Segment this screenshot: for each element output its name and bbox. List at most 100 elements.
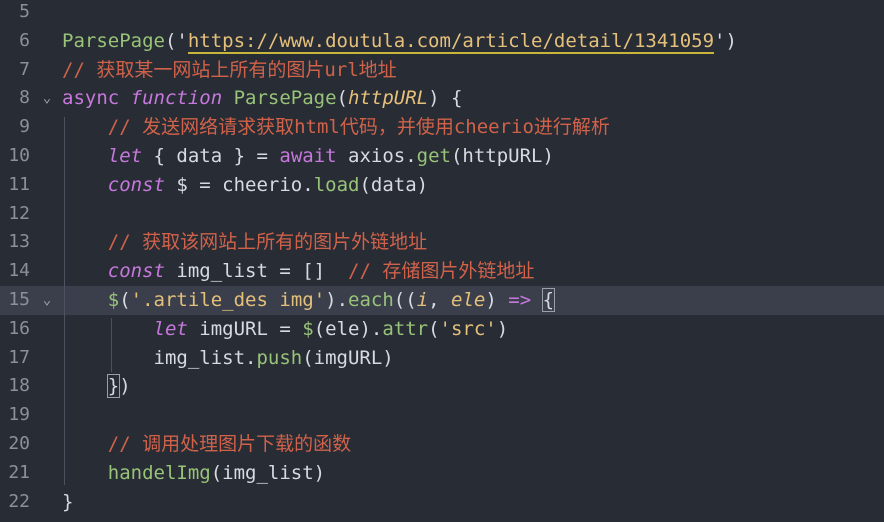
line-number: 11 (8, 173, 30, 195)
code-line[interactable]: 12 (0, 200, 884, 229)
code-token: ) { (428, 87, 463, 110)
code-line[interactable]: 13 // 获取该网站上所有的图片外链地址 (0, 228, 884, 257)
line-number: 19 (8, 404, 30, 426)
code-token: // 获取该网站上所有的图片外链地址 (62, 231, 428, 254)
code-line[interactable]: 5 (0, 0, 884, 27)
code-token: $ (302, 317, 314, 340)
code-line[interactable]: 7 // 获取某一网站上所有的图片url地址 (0, 56, 884, 85)
line-number: 12 (8, 202, 30, 224)
line-number: 21 (8, 461, 30, 483)
code-line[interactable]: 8 ⌄ async function ParsePage(httpURL) { (0, 84, 884, 113)
code-text: // 获取某一网站上所有的图片url地址 (62, 56, 397, 85)
code-token: // 调用处理图片下载的函数 (62, 433, 352, 455)
line-number: 8 (19, 87, 30, 109)
fold-chevron-icon[interactable]: ⌄ (40, 84, 54, 113)
code-token: // 存储图片外链地址 (348, 260, 535, 283)
code-token: (httpURL) (450, 145, 554, 167)
code-token: ParsePage (62, 29, 165, 52)
code-token: i (416, 289, 429, 311)
code-line[interactable]: 18 }) (0, 372, 884, 401)
line-number: 22 (8, 490, 30, 512)
code-token: ele (451, 289, 486, 311)
code-line[interactable]: 22} (0, 488, 884, 517)
code-token: } (62, 490, 74, 513)
code-text: $('.artile_des img').each((i, ele) => { (62, 286, 556, 315)
code-token: (imgURL) (302, 346, 394, 369)
code-line[interactable]: 19 (0, 401, 884, 430)
code-token: 'src' (439, 317, 497, 340)
code-text: // 发送网络请求获取html代码，并使用cheerio进行解析 (62, 113, 610, 142)
code-token: ) (496, 317, 509, 340)
code-token: let (107, 145, 143, 167)
code-line[interactable]: 6 ParsePage('https://www.doutula.com/arti… (0, 27, 884, 56)
code-line[interactable]: 11 const $ = cheerio.load(data) (0, 171, 884, 200)
code-token: httpURL (348, 87, 429, 110)
code-token: // 发送网络请求获取html代码，并使用cheerio进行解析 (62, 116, 610, 139)
code-text: let imgURL = $(ele).attr('src') (62, 315, 509, 344)
code-line[interactable]: 15 ⌄ $('.artile_des img').each((i, ele) =… (0, 286, 884, 315)
code-editor[interactable]: 5 6 ParsePage('https://www.doutula.com/art… (0, 0, 884, 522)
code-line[interactable]: 14 const img_list = [] // 存储图片外链地址 (0, 257, 884, 286)
code-text: } (62, 488, 73, 517)
code-token: load (313, 173, 360, 196)
code-line[interactable]: 16 let imgURL = $(ele).attr('src') (0, 315, 884, 344)
code-token: ) (485, 289, 509, 311)
code-token: (data) (359, 173, 429, 196)
code-token: ( (336, 87, 348, 110)
code-token: push (256, 346, 303, 369)
code-token: { data } = (142, 145, 280, 167)
code-text: async function ParsePage(httpURL) { (62, 84, 462, 113)
code-token: await (279, 145, 337, 167)
code-line[interactable]: 21 handelImg(img_list) (0, 459, 884, 488)
code-token: const (107, 260, 165, 283)
code-token: async (62, 87, 131, 110)
code-token: (ele). (313, 317, 383, 340)
code-line[interactable]: 17 img_list.push(imgURL) (0, 344, 884, 373)
code-text: const img_list = [] // 存储图片外链地址 (62, 257, 535, 286)
code-token: ) (119, 375, 131, 398)
line-number: 20 (8, 433, 30, 454)
code-token: '.artile_des img' (130, 289, 326, 311)
line-number: 16 (8, 317, 30, 339)
code-token: => (508, 289, 532, 311)
indent-guide (64, 117, 65, 485)
code-token: (( (393, 289, 417, 311)
line-number: 17 (8, 346, 30, 368)
line-number: 13 (8, 231, 30, 253)
code-token: ). (325, 289, 349, 311)
code-token: imgURL = (187, 317, 303, 340)
code-token: $ = cheerio. (164, 173, 314, 196)
line-number: 15 (8, 289, 30, 310)
code-text: const $ = cheerio.load(data) (62, 171, 428, 200)
code-token: attr (382, 317, 429, 340)
fold-chevron-icon[interactable]: ⌄ (40, 286, 54, 315)
code-token: let (153, 317, 188, 340)
code-line[interactable]: 20 // 调用处理图片下载的函数 (0, 430, 884, 459)
code-token: (' (164, 29, 188, 52)
code-token: ( (119, 289, 131, 311)
code-token: ( (428, 317, 440, 340)
line-number: 5 (19, 1, 30, 22)
code-line[interactable]: 9 // 发送网络请求获取html代码，并使用cheerio进行解析 (0, 113, 884, 142)
code-token: (img_list) (210, 461, 326, 484)
code-token: handelImg (107, 461, 211, 484)
code-token: function (130, 87, 234, 110)
code-token: , (428, 289, 452, 311)
code-token: img_list. (62, 346, 257, 369)
code-token: } (106, 374, 121, 399)
code-text: }) (62, 372, 131, 401)
code-line[interactable]: 10 let { data } = await axios.get(httpUR… (0, 142, 884, 171)
code-token: get (416, 145, 451, 167)
code-token: // 获取某一网站上所有的图片url地址 (62, 58, 397, 81)
line-number: 14 (8, 260, 30, 282)
line-number: 10 (8, 145, 30, 166)
line-number: 7 (19, 58, 30, 80)
